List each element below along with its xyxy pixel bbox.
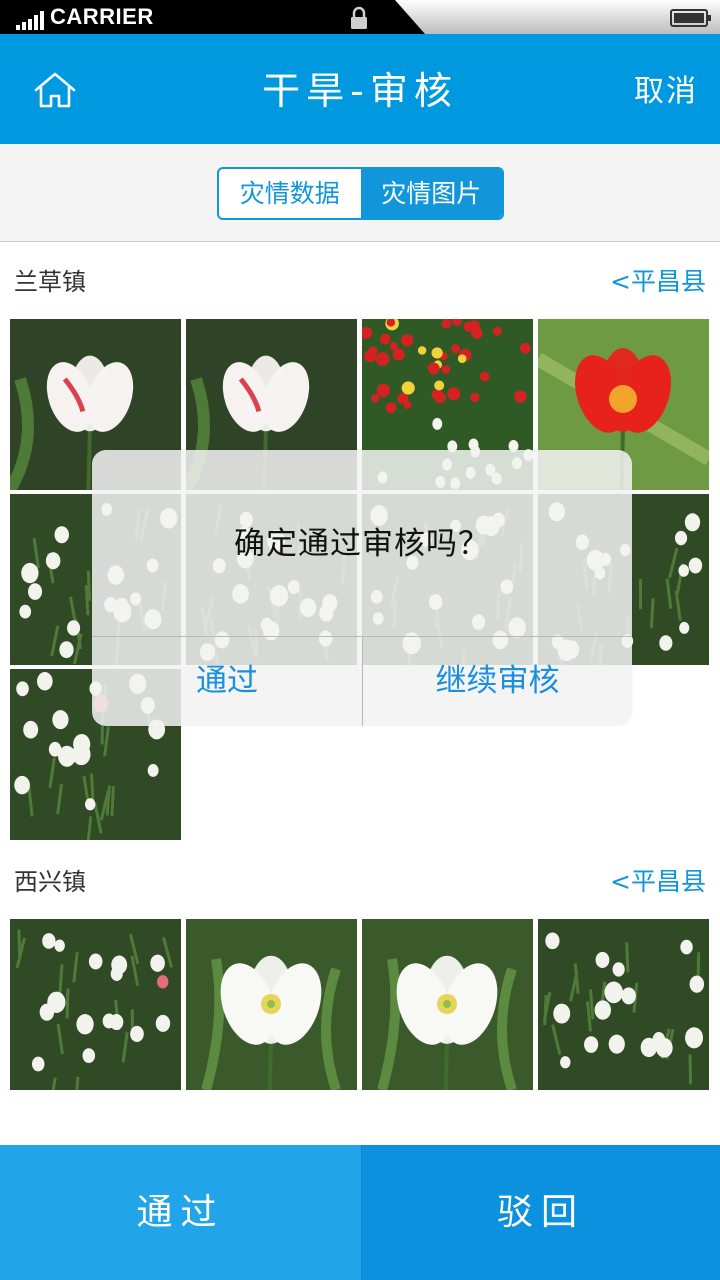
app-screen: CARRIER 干旱-审核 取消 灾情数据 灾情图片 兰草镇 <平昌县 西兴镇 … xyxy=(0,0,720,1280)
reject-button[interactable]: 驳回 xyxy=(362,1145,720,1280)
dialog-continue-button[interactable]: 继续审核 xyxy=(363,637,632,726)
section-header: 兰草镇 <平昌县 xyxy=(0,252,720,312)
lock-icon xyxy=(351,6,367,29)
segmented-control: 灾情数据 灾情图片 xyxy=(217,167,504,220)
tab-disaster-data[interactable]: 灾情数据 xyxy=(219,169,361,218)
nav-bar: 干旱-审核 取消 xyxy=(0,34,720,144)
tab-disaster-photos[interactable]: 灾情图片 xyxy=(360,169,502,218)
photo-thumbnail[interactable] xyxy=(10,919,181,1090)
photo-thumbnail[interactable] xyxy=(186,919,357,1090)
section-town-name: 兰草镇 xyxy=(14,268,86,296)
approve-button[interactable]: 通过 xyxy=(0,1145,362,1280)
county-back-link[interactable]: <平昌县 xyxy=(610,866,706,898)
dialog-message: 确定通过审核吗？ xyxy=(234,526,490,562)
section-town-name: 西兴镇 xyxy=(14,868,86,896)
signal-icon xyxy=(16,10,44,30)
bottom-action-bar: 通过 驳回 xyxy=(0,1145,720,1280)
photo-thumbnail[interactable] xyxy=(538,919,709,1090)
status-bar: CARRIER xyxy=(0,0,720,34)
status-left: CARRIER xyxy=(16,4,154,30)
county-back-link[interactable]: <平昌县 xyxy=(610,266,706,298)
confirm-dialog: 确定通过审核吗？ 通过 继续审核 xyxy=(92,450,632,726)
photo-grid xyxy=(10,919,710,1090)
cancel-button[interactable]: 取消 xyxy=(634,70,698,114)
section-header: 西兴镇 <平昌县 xyxy=(0,852,720,912)
dialog-approve-button[interactable]: 通过 xyxy=(92,637,362,726)
battery-icon xyxy=(670,9,711,27)
page-title: 干旱-审核 xyxy=(262,69,458,113)
segment-area: 灾情数据 灾情图片 xyxy=(0,144,720,242)
carrier-label: CARRIER xyxy=(50,4,154,29)
photo-thumbnail[interactable] xyxy=(362,919,533,1090)
